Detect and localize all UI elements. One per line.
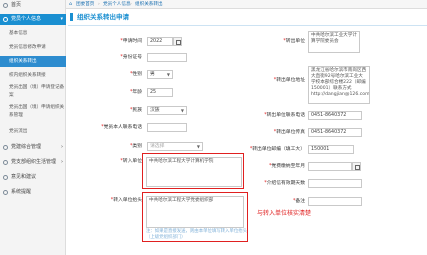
comment-icon	[3, 175, 8, 180]
out-fax-input[interactable]: 0451-8640372	[308, 128, 362, 137]
sidebar-item-label: 党支部组织生活管理	[11, 159, 57, 165]
chevron-down-icon: ▼	[180, 108, 184, 113]
sidebar-item-label: 系统提醒	[11, 189, 32, 195]
sidebar-item-outflow[interactable]: 党员流出	[0, 126, 66, 137]
sidebar-item-party-member-info[interactable]: 党员个人信息 ▾	[0, 14, 66, 25]
sidebar-item-label: 党员个人信息	[11, 16, 42, 22]
valid-days-label: *介绍信有效期天数	[264, 181, 305, 186]
sidebar-item-info-modify[interactable]: 党员信息修改申请	[0, 42, 66, 53]
sidebar-item-label: 党员流出	[9, 129, 28, 134]
title-accent-bar	[70, 13, 73, 21]
age-label: *年龄	[129, 90, 142, 95]
sidebar-item-label: 党员出国（境）申请登记备案	[9, 85, 65, 98]
apply-date-label: *申请时间	[120, 39, 142, 44]
category-label: *类别	[129, 144, 142, 149]
phone-label: *党员本人联系电话	[101, 125, 142, 130]
gender-label: *性别	[129, 72, 142, 77]
out-fax-label: *转出单位传真	[273, 130, 305, 135]
page-header: 组织关系转出申请	[68, 12, 427, 26]
sidebar-item-campus-transfer[interactable]: 校内组织关系转接	[0, 70, 66, 81]
sidebar-item-basic-info[interactable]: 基本信息	[0, 28, 66, 39]
annotation-note: 与转入单位核实清楚	[257, 210, 312, 217]
fee-month-input[interactable]	[308, 162, 352, 171]
ethnicity-select[interactable]: 汉族 ▼	[147, 106, 187, 115]
transfer-in-highlight-box	[142, 153, 244, 189]
transfer-out-unit-textarea[interactable]: 中共哈尔滨工业大学计算学院委员会	[308, 31, 360, 53]
user-icon	[3, 17, 8, 22]
sidebar-item-abroad-relation[interactable]: 党员出国（境）申请组织关系管理	[0, 104, 66, 120]
calendar-icon[interactable]	[352, 162, 361, 171]
valid-days-input[interactable]	[308, 179, 362, 188]
sidebar-item-label: 党员信息修改申请	[9, 45, 46, 50]
sidebar-item-label: 党员出国（境）申请组织关系管理	[9, 105, 65, 118]
sidebar-item-label: 组织关系转出	[9, 59, 37, 64]
calendar-icon[interactable]	[173, 37, 182, 46]
page-title: 组织关系转出申请	[77, 13, 129, 21]
id-number-input[interactable]	[147, 53, 187, 62]
group-icon	[3, 160, 8, 165]
breadcrumb-separator: ›	[130, 2, 132, 7]
ethnicity-label: *民族	[129, 108, 142, 113]
age-input[interactable]: 25	[147, 88, 173, 97]
remark-label: *备注	[292, 199, 305, 204]
bell-icon	[3, 190, 8, 195]
id-number-label: *身份证号	[120, 55, 142, 60]
chevron-right-icon: ›	[61, 144, 63, 150]
breadcrumb-home[interactable]: 团委首页	[76, 1, 94, 8]
category-select[interactable]: 请选择 ▼	[147, 142, 203, 151]
out-phone-input[interactable]: 0451-8640372	[308, 111, 362, 120]
out-zip-input[interactable]: 150001	[308, 145, 354, 154]
sidebar-item-abroad-register[interactable]: 党员出国（境）申请登记备案	[0, 84, 66, 100]
out-address-label: *转出单位地址	[273, 78, 305, 83]
phone-input[interactable]	[147, 123, 187, 132]
breadcrumb-level2[interactable]: 组织关系转出	[135, 1, 163, 8]
sidebar-item-feedback[interactable]: 意见和建议	[0, 172, 66, 183]
home-icon	[3, 3, 8, 8]
sidebar-item-home[interactable]: 首页	[0, 0, 66, 11]
out-zip-label: *转出单位邮编（填工大）	[249, 147, 305, 152]
remark-input[interactable]	[308, 197, 362, 206]
transfer-in-title-label: *转入单位抬头	[110, 198, 142, 203]
breadcrumb-level1[interactable]: 党员个人信息	[103, 1, 131, 8]
home-icon[interactable]: ⌂	[69, 1, 72, 8]
sidebar-item-transfer-out[interactable]: 组织关系转出	[0, 56, 66, 67]
sidebar-item-label: 首页	[11, 2, 22, 8]
sidebar: 首页 党员个人信息 ▾ 基本信息 党员信息修改申请 组织关系转出 校内组织关系转…	[0, 0, 66, 255]
chevron-down-icon: ▼	[196, 144, 200, 149]
sidebar-item-system-reminder[interactable]: 系统提醒	[0, 187, 66, 198]
transfer-in-title-highlight-box	[142, 192, 248, 242]
sidebar-item-label: 基本信息	[9, 31, 28, 36]
flag-icon	[3, 145, 8, 150]
sidebar-item-label: 党建综合管理	[11, 144, 42, 150]
fee-month-label: *党费缴纳至年月	[269, 164, 305, 169]
sidebar-item-party-management[interactable]: 党建综合管理 ›	[0, 142, 66, 153]
out-address-textarea[interactable]: 黑龙江省哈尔滨市南岗区西大直街92号哈尔滨工业大学校本部综合楼222（邮编150…	[308, 66, 370, 104]
out-phone-label: *转出单位联系电话	[264, 113, 305, 118]
sidebar-item-label: 意见和建议	[11, 174, 37, 180]
chevron-down-icon: ▾	[60, 16, 63, 22]
sidebar-item-branch-life[interactable]: 党支部组织生活管理 ›	[0, 157, 66, 168]
gender-select[interactable]: 男 ▼	[147, 70, 173, 79]
chevron-right-icon: ›	[61, 159, 63, 165]
header-divider	[68, 25, 427, 26]
transfer-in-unit-label: *转入单位	[120, 159, 142, 164]
sidebar-item-label: 校内组织关系转接	[9, 73, 46, 78]
apply-date-input[interactable]: 2022	[147, 37, 173, 46]
breadcrumb: ⌂ 团委首页 › 党员个人信息 › 组织关系转出	[66, 0, 427, 9]
transfer-out-unit-label: *转出单位	[283, 39, 305, 44]
chevron-down-icon: ▼	[166, 72, 170, 77]
breadcrumb-separator: ›	[98, 2, 100, 7]
